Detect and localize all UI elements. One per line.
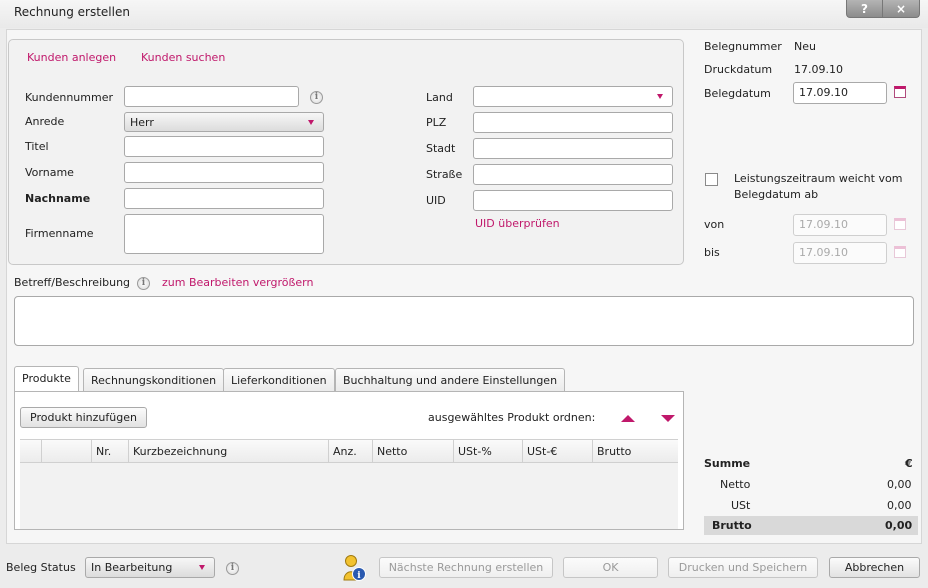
anrede-label: Anrede <box>25 115 65 128</box>
anrede-select[interactable]: Herr <box>124 112 324 132</box>
bis-label: bis <box>704 246 720 259</box>
vorname-input[interactable] <box>124 162 324 183</box>
stadt-label: Stadt <box>426 142 456 155</box>
status-info-icon[interactable]: i <box>226 562 239 575</box>
chevron-down-icon <box>657 94 663 99</box>
tab-rechnungskonditionen[interactable]: Rechnungskonditionen <box>83 368 225 392</box>
move-up-icon[interactable] <box>621 415 635 422</box>
von-input[interactable]: 17.09.10 <box>793 214 887 236</box>
chevron-down-icon <box>199 565 205 570</box>
column-brutto[interactable]: Brutto <box>592 440 678 463</box>
uid-input[interactable] <box>473 190 673 211</box>
tab-produkte[interactable]: Produkte <box>14 366 79 392</box>
status-select[interactable]: In Bearbeitung <box>85 557 215 578</box>
plz-input[interactable] <box>473 112 673 133</box>
status-label: Beleg Status <box>6 561 76 574</box>
calendar-icon <box>894 218 906 230</box>
user-info-icon[interactable]: i <box>342 554 368 585</box>
column-anz[interactable]: Anz. <box>328 440 372 463</box>
create-customer-link[interactable]: Kunden anlegen <box>27 51 116 64</box>
tab-lieferkonditionen[interactable]: Lieferkonditionen <box>223 368 335 392</box>
ust-value: 0,00 <box>887 499 912 512</box>
nachname-label: Nachname <box>25 192 91 205</box>
window-controls: ? × <box>846 0 920 18</box>
column-nr[interactable]: Nr. <box>91 440 128 463</box>
summary-currency: € <box>905 457 913 470</box>
period-checkbox-label-line1: Leistungszeitraum weicht vom <box>734 172 903 185</box>
stadt-input[interactable] <box>473 138 673 159</box>
next-invoice-button[interactable]: Nächste Rechnung erstellen <box>379 557 553 578</box>
cancel-button[interactable]: Abbrechen <box>829 557 920 578</box>
column-kurzbezeichnung[interactable]: Kurzbezeichnung <box>128 440 328 463</box>
firmenname-label: Firmenname <box>25 227 94 240</box>
strasse-input[interactable] <box>473 164 673 185</box>
belegnummer-value: Neu <box>794 40 816 53</box>
uid-check-link[interactable]: UID überprüfen <box>475 217 560 230</box>
brutto-label: Brutto <box>712 519 752 532</box>
uid-label: UID <box>426 194 446 207</box>
status-value: In Bearbeitung <box>91 561 173 574</box>
select-column <box>41 440 91 463</box>
move-down-icon[interactable] <box>661 415 675 422</box>
window-title: Rechnung erstellen <box>14 5 130 19</box>
add-product-button[interactable]: Produkt hinzufügen <box>20 407 147 428</box>
calendar-icon <box>894 246 906 258</box>
description-textarea[interactable] <box>14 296 914 346</box>
belegdatum-label: Belegdatum <box>704 87 771 100</box>
title-bar <box>0 0 928 28</box>
calendar-icon[interactable] <box>894 86 906 98</box>
period-checkbox-label-line2: Belegdatum ab <box>734 188 819 201</box>
land-label: Land <box>426 91 453 104</box>
nachname-input[interactable] <box>124 188 324 209</box>
help-button[interactable]: ? <box>846 0 883 18</box>
description-label: Betreff/Beschreibung <box>14 276 131 289</box>
products-table-body <box>20 463 678 529</box>
netto-label: Netto <box>720 478 751 491</box>
bis-input[interactable]: 17.09.10 <box>793 242 887 264</box>
chevron-down-icon <box>308 120 314 125</box>
brutto-value: 0,00 <box>885 519 913 532</box>
ok-button[interactable]: OK <box>563 557 658 578</box>
plz-label: PLZ <box>426 116 447 129</box>
ust-label: USt <box>731 499 751 512</box>
firmenname-input[interactable] <box>124 214 324 254</box>
strasse-label: Straße <box>426 168 463 181</box>
products-table-header: Nr. Kurzbezeichnung Anz. Netto USt-% USt… <box>20 439 678 463</box>
tab-buchhaltung[interactable]: Buchhaltung und andere Einstellungen <box>335 368 566 392</box>
anrede-value: Herr <box>130 116 154 129</box>
titel-label: Titel <box>25 140 49 153</box>
column-netto[interactable]: Netto <box>372 440 453 463</box>
search-customer-link[interactable]: Kunden suchen <box>141 51 225 64</box>
land-select[interactable] <box>473 86 673 107</box>
druckdatum-value: 17.09.10 <box>794 63 843 76</box>
von-label: von <box>704 218 725 231</box>
close-button[interactable]: × <box>883 0 920 18</box>
column-ust-euro[interactable]: USt-€ <box>522 440 592 463</box>
summary-title: Summe <box>704 457 751 470</box>
netto-value: 0,00 <box>887 478 912 491</box>
kundennummer-label: Kundennummer <box>25 91 113 104</box>
column-ust-prozent[interactable]: USt-% <box>453 440 522 463</box>
druckdatum-label: Druckdatum <box>704 63 773 76</box>
description-info-icon[interactable]: i <box>137 277 150 290</box>
titel-input[interactable] <box>124 136 324 157</box>
belegdatum-input[interactable]: 17.09.10 <box>793 82 887 104</box>
order-product-label: ausgewähltes Produkt ordnen: <box>428 411 596 424</box>
vorname-label: Vorname <box>25 166 74 179</box>
svg-text:i: i <box>357 571 361 581</box>
print-save-button[interactable]: Drucken und Speichern <box>668 557 818 578</box>
period-checkbox[interactable] <box>705 173 718 186</box>
belegnummer-label: Belegnummer <box>704 40 782 53</box>
kundennummer-info-icon[interactable]: i <box>310 91 323 104</box>
kundennummer-input[interactable] <box>124 86 299 107</box>
enlarge-description-link[interactable]: zum Bearbeiten vergrößern <box>162 276 314 289</box>
